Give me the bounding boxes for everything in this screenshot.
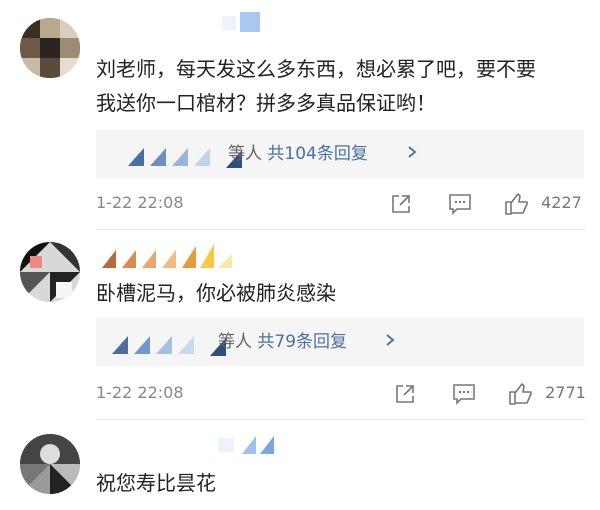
share-button[interactable] xyxy=(394,378,416,408)
username-blurred[interactable] xyxy=(212,432,282,454)
reply-text[interactable]: 等人 共104条回复 xyxy=(228,130,368,178)
comment-text-line: 卧槽泥马，你必被肺炎感染 xyxy=(96,281,336,305)
reply-prefix: 等人 xyxy=(228,144,262,164)
comment-item: 卧槽泥马，你必被肺炎感染 等人 共79条回复 1-22 22:08 2771 xyxy=(0,230,600,420)
comment-icon xyxy=(453,383,475,405)
avatar[interactable] xyxy=(20,242,80,302)
like-count: 2771 xyxy=(545,383,586,402)
comment-item: 刘老师，每天发这么多东西，想必累了吧，要不要 我送你一口棺材？拼多多真品保证哟！… xyxy=(0,0,600,230)
reply-avatars-blurred xyxy=(108,140,248,168)
share-icon xyxy=(396,384,414,403)
comment-time: 1-22 22:08 xyxy=(96,383,184,402)
avatar[interactable] xyxy=(20,18,80,78)
comment-text: 祝您寿比昙花 xyxy=(96,466,216,500)
share-icon xyxy=(392,194,410,213)
avatar[interactable] xyxy=(20,434,80,494)
comment-text-line: 刘老师，每天发这么多东西，想必累了吧，要不要 xyxy=(96,57,536,81)
chevron-right-icon[interactable] xyxy=(384,318,396,366)
comment-text-line: 祝您寿比昙花 xyxy=(96,471,216,495)
comment-item: 祝您寿比昙花 xyxy=(0,420,600,510)
comment-text: 卧槽泥马，你必被肺炎感染 xyxy=(96,276,336,310)
like-button[interactable]: 4227 xyxy=(504,188,582,218)
chevron-right-icon[interactable] xyxy=(406,130,418,178)
reply-prefix: 等人 xyxy=(218,332,252,352)
comment-icon xyxy=(449,193,471,215)
comment-button[interactable] xyxy=(448,188,472,218)
comment-text-line: 我送你一口棺材？拼多多真品保证哟！ xyxy=(96,91,436,115)
reply-preview[interactable]: 等人 共104条回复 xyxy=(96,130,584,178)
share-button[interactable] xyxy=(390,188,412,218)
reply-preview[interactable]: 等人 共79条回复 xyxy=(96,318,584,366)
comment-text: 刘老师，每天发这么多东西，想必累了吧，要不要 我送你一口棺材？拼多多真品保证哟！ xyxy=(96,52,536,120)
like-count: 4227 xyxy=(541,193,582,212)
comment-button[interactable] xyxy=(452,378,476,408)
reply-count-link[interactable]: 共79条回复 xyxy=(257,332,347,352)
username-blurred[interactable] xyxy=(218,12,262,34)
reply-count-link[interactable]: 共104条回复 xyxy=(267,144,367,164)
thumbs-up-icon xyxy=(505,192,528,215)
reply-text[interactable]: 等人 共79条回复 xyxy=(218,318,347,366)
like-button[interactable]: 2771 xyxy=(508,378,586,408)
thumbs-up-icon xyxy=(509,382,532,405)
comment-time: 1-22 22:08 xyxy=(96,193,184,212)
username-blurred[interactable] xyxy=(96,240,246,268)
